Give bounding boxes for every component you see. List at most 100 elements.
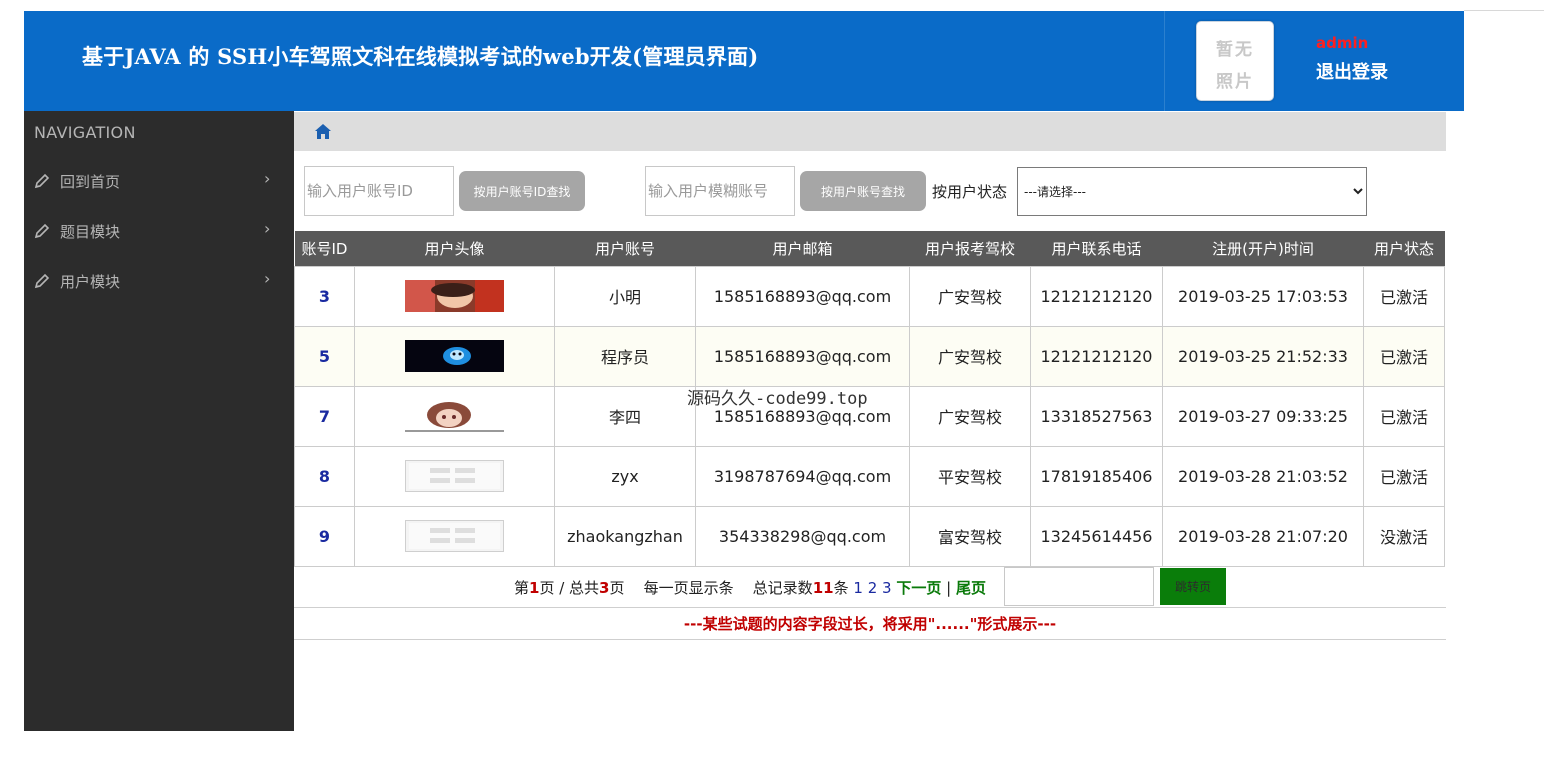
- jump-page-button[interactable]: 跳转页: [1160, 568, 1226, 605]
- sidebar-item-home[interactable]: 回到首页 ›: [24, 161, 294, 205]
- cell-avatar: [354, 325, 555, 387]
- col-header-registered: 注册(开户)时间: [1162, 231, 1364, 266]
- cell-avatar: [354, 385, 555, 447]
- cell-avatar: [354, 445, 555, 507]
- search-by-id-button[interactable]: 按用户账号ID查找: [459, 171, 585, 211]
- pager-separator: |: [946, 579, 952, 597]
- cell-account: 程序员: [554, 325, 696, 387]
- col-header-email: 用户邮箱: [695, 231, 910, 266]
- cell-id[interactable]: 8: [294, 445, 355, 507]
- pagination-info: 第1页 / 总共3页 每一页显示条 总记录数11条 1 2 3 下一页 | 尾页: [514, 579, 986, 597]
- header-divider: [1164, 11, 1165, 111]
- current-page: 1: [529, 579, 540, 597]
- per-page-label: 每一页显示条: [643, 579, 734, 597]
- cell-registered: 2019-03-25 21:52:33: [1162, 325, 1364, 387]
- cell-phone: 12121212120: [1030, 265, 1163, 327]
- cell-school: 广安驾校: [909, 385, 1031, 447]
- cell-account: zyx: [554, 445, 696, 507]
- chevron-right-icon: ›: [264, 269, 271, 288]
- col-header-status: 用户状态: [1363, 231, 1445, 266]
- photo-placeholder-text: 暂无 照片: [1216, 40, 1254, 92]
- table-row: 8 zyx 3198787694@qq.com 平安驾校 17819185406…: [294, 445, 1445, 507]
- cell-id[interactable]: 3: [294, 265, 355, 327]
- total-pages: 3: [599, 579, 610, 597]
- cell-school: 平安驾校: [909, 445, 1031, 507]
- table-row: 7 李四 1585168893@qq.com 广安驾校 13318527563 …: [294, 385, 1445, 447]
- sidebar-item-label: 题目模块: [60, 223, 121, 241]
- cell-id[interactable]: 7: [294, 385, 355, 447]
- col-header-avatar: 用户头像: [354, 231, 555, 266]
- table-row: 5 程序员 1585168893@qq.com 广安驾校 12121212120…: [294, 325, 1445, 387]
- cell-phone: 13318527563: [1030, 385, 1163, 447]
- cell-school: 广安驾校: [909, 325, 1031, 387]
- status-filter-label: 按用户状态: [932, 183, 1008, 201]
- cell-id[interactable]: 9: [294, 505, 355, 567]
- sidebar-item-label: 回到首页: [60, 173, 121, 191]
- table-header-row: 账号ID 用户头像 用户账号 用户邮箱 用户报考驾校 用户联系电话 注册(开户)…: [294, 231, 1445, 266]
- table-row: 9 zhaokangzhan 354338298@qq.com 富安驾校 132…: [294, 505, 1445, 567]
- pencil-icon: [34, 173, 50, 189]
- page-link-2[interactable]: 2: [868, 579, 878, 597]
- nav-title: NAVIGATION: [34, 123, 136, 142]
- next-page-link[interactable]: 下一页: [896, 579, 941, 597]
- jump-page-input[interactable]: [1004, 567, 1154, 606]
- cell-registered: 2019-03-25 17:03:53: [1162, 265, 1364, 327]
- cell-email: 3198787694@qq.com: [695, 445, 910, 507]
- cell-phone: 12121212120: [1030, 325, 1163, 387]
- cell-school: 广安驾校: [909, 265, 1031, 327]
- chevron-right-icon: ›: [264, 219, 271, 238]
- cell-school: 富安驾校: [909, 505, 1031, 567]
- status-filter-select[interactable]: ---请选择---: [1017, 167, 1367, 216]
- truncation-notice: ---某些试题的内容字段过长，将采用"......"形式展示---: [294, 609, 1446, 640]
- col-header-id: 账号ID: [294, 231, 355, 266]
- col-header-school: 用户报考驾校: [909, 231, 1031, 266]
- top-rule: [1464, 10, 1544, 11]
- cell-status: 没激活: [1363, 505, 1445, 567]
- avatar: [405, 460, 504, 492]
- cell-account: 李四: [554, 385, 696, 447]
- users-table: 账号ID 用户头像 用户账号 用户邮箱 用户报考驾校 用户联系电话 注册(开户)…: [294, 231, 1445, 567]
- search-by-account-button[interactable]: 按用户账号查找: [800, 171, 926, 211]
- cell-id[interactable]: 5: [294, 325, 355, 387]
- cell-avatar: [354, 505, 555, 567]
- user-id-search-input[interactable]: [304, 166, 454, 216]
- logout-link[interactable]: 退出登录: [1316, 58, 1388, 84]
- sidebar-item-questions[interactable]: 题目模块 ›: [24, 211, 294, 255]
- pencil-icon: [34, 223, 50, 239]
- account-search-input[interactable]: [645, 166, 795, 216]
- cell-registered: 2019-03-28 21:07:20: [1162, 505, 1364, 567]
- cell-phone: 17819185406: [1030, 445, 1163, 507]
- cell-email: 1585168893@qq.com: [695, 265, 910, 327]
- home-icon[interactable]: [314, 123, 332, 140]
- page-link-1[interactable]: 1: [853, 579, 863, 597]
- cell-phone: 13245614456: [1030, 505, 1163, 567]
- page-title: 基于JAVA 的 SSH小车驾照文科在线模拟考试的web开发(管理员界面): [82, 44, 759, 69]
- sidebar-item-users[interactable]: 用户模块 ›: [24, 261, 294, 305]
- pagination-bar: 第1页 / 总共3页 每一页显示条 总记录数11条 1 2 3 下一页 | 尾页…: [294, 566, 1446, 608]
- cell-status: 已激活: [1363, 445, 1445, 507]
- admin-username: admin: [1316, 34, 1369, 52]
- cell-registered: 2019-03-28 21:03:52: [1162, 445, 1364, 507]
- avatar: [405, 520, 504, 552]
- table-row: 3 小明 1585168893@qq.com 广安驾校 12121212120 …: [294, 265, 1445, 327]
- last-page-link[interactable]: 尾页: [956, 579, 986, 597]
- avatar: [405, 400, 504, 432]
- cell-status: 已激活: [1363, 265, 1445, 327]
- watermark: 源码久久-code99.top: [687, 389, 868, 409]
- col-header-phone: 用户联系电话: [1030, 231, 1163, 266]
- cell-status: 已激活: [1363, 385, 1445, 447]
- cell-account: 小明: [554, 265, 696, 327]
- sidebar: NAVIGATION 回到首页 › 题目模块 › 用户模块 ›: [24, 111, 294, 731]
- cell-email: 1585168893@qq.com: [695, 325, 910, 387]
- chevron-right-icon: ›: [264, 169, 271, 188]
- total-records: 11: [812, 579, 834, 597]
- page-link-3[interactable]: 3: [882, 579, 892, 597]
- col-header-account: 用户账号: [554, 231, 696, 266]
- avatar: [405, 340, 504, 372]
- cell-email: 354338298@qq.com: [695, 505, 910, 567]
- sidebar-item-label: 用户模块: [60, 273, 121, 291]
- pencil-icon: [34, 273, 50, 289]
- avatar: [405, 280, 504, 312]
- cell-avatar: [354, 265, 555, 327]
- cell-account: zhaokangzhan: [554, 505, 696, 567]
